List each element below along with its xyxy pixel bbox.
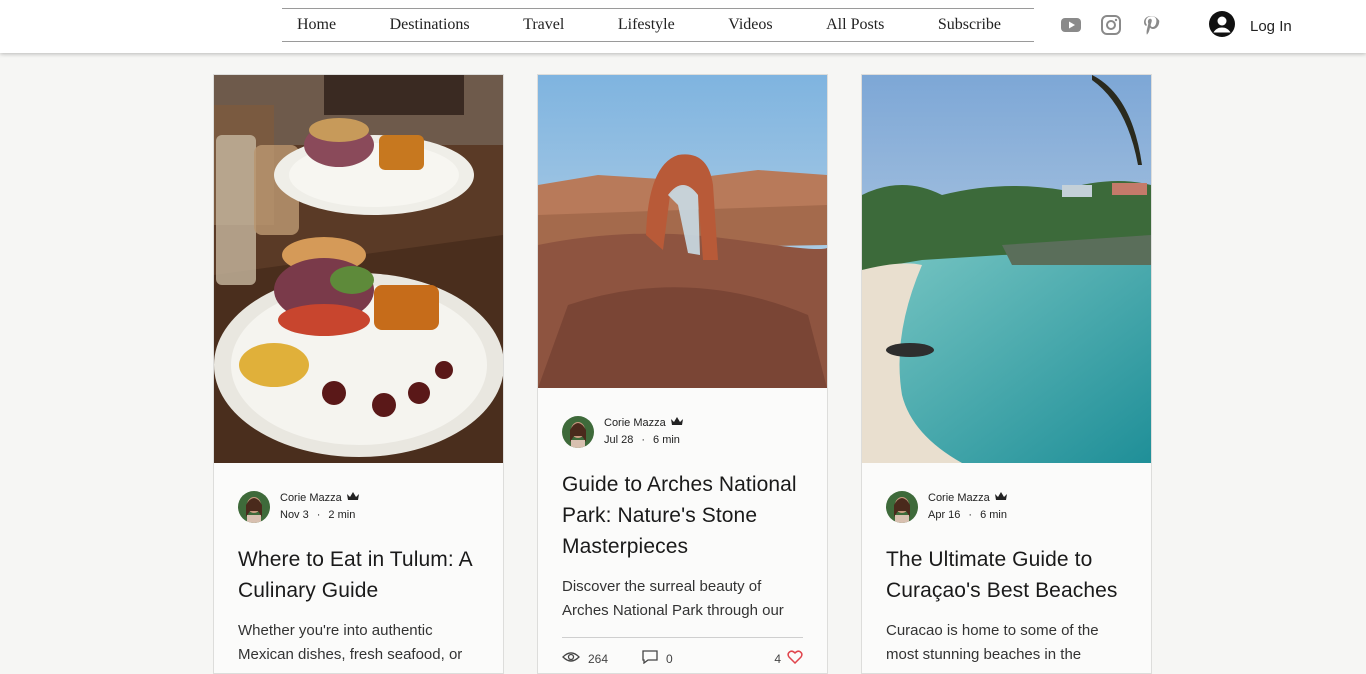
login-button[interactable]: Log In [1208,10,1292,43]
post-title[interactable]: Guide to Arches National Park: Nature's … [562,469,803,562]
social-links [1060,14,1162,36]
read-time: 2 min [328,509,356,521]
post-title[interactable]: The Ultimate Guide to Curaçao's Best Bea… [886,544,1127,606]
crown-icon [670,415,684,432]
post-cover-image[interactable] [862,75,1151,463]
nav-travel[interactable]: Travel [523,16,564,34]
author-avatar[interactable] [562,416,594,448]
post-excerpt[interactable]: Whether you're into authentic Mexican di… [238,619,479,667]
author-avatar[interactable] [238,491,270,523]
comments-count: 0 [666,651,673,666]
author-name[interactable]: Corie Mazza [928,490,990,507]
nav-all-posts[interactable]: All Posts [826,16,884,34]
site-header: Home Destinations Travel Lifestyle Video… [0,0,1366,53]
nav-lifestyle[interactable]: Lifestyle [618,16,675,34]
post-date: Apr 16 [928,509,961,521]
post-cover-image[interactable] [538,75,827,388]
post-card[interactable]: Corie Mazza Jul 28 · 6 min Guide to Arch… [537,74,828,674]
heart-icon[interactable] [787,650,803,667]
main-nav: Home Destinations Travel Lifestyle Video… [282,8,1034,42]
comment-icon [642,650,658,667]
login-label: Log In [1250,17,1292,35]
youtube-icon[interactable] [1060,14,1082,36]
instagram-icon[interactable] [1100,14,1122,36]
post-date: Jul 28 [604,434,634,446]
post-excerpt[interactable]: Discover the surreal beauty of Arches Na… [562,575,803,623]
views-count: 264 [588,651,609,666]
nav-destinations[interactable]: Destinations [390,16,470,34]
post-card[interactable]: Corie Mazza Apr 16 · 6 min The Ultimate … [861,74,1152,674]
meta-separator: · [316,509,321,521]
post-title[interactable]: Where to Eat in Tulum: A Culinary Guide [238,544,479,606]
pinterest-icon[interactable] [1140,14,1162,36]
post-excerpt[interactable]: Curacao is home to some of the most stun… [886,619,1127,667]
read-time: 6 min [653,434,680,446]
meta-separator: · [968,509,973,521]
crown-icon [346,490,360,507]
post-card[interactable]: Corie Mazza Nov 3 · 2 min Where to Eat i… [213,74,504,674]
crown-icon [994,490,1008,507]
likes-count: 4 [774,651,781,666]
read-time: 6 min [980,509,1007,521]
views-icon [562,651,580,666]
nav-home[interactable]: Home [297,16,336,34]
user-avatar-icon [1208,10,1236,43]
author-avatar[interactable] [886,491,918,523]
post-stats: 264 0 4 [562,637,803,667]
nav-videos[interactable]: Videos [728,16,772,34]
meta-separator: · [641,434,646,446]
author-name[interactable]: Corie Mazza [604,415,666,432]
post-date: Nov 3 [280,509,309,521]
author-name[interactable]: Corie Mazza [280,490,342,507]
nav-subscribe[interactable]: Subscribe [938,16,1001,34]
post-cover-image[interactable] [214,75,503,463]
